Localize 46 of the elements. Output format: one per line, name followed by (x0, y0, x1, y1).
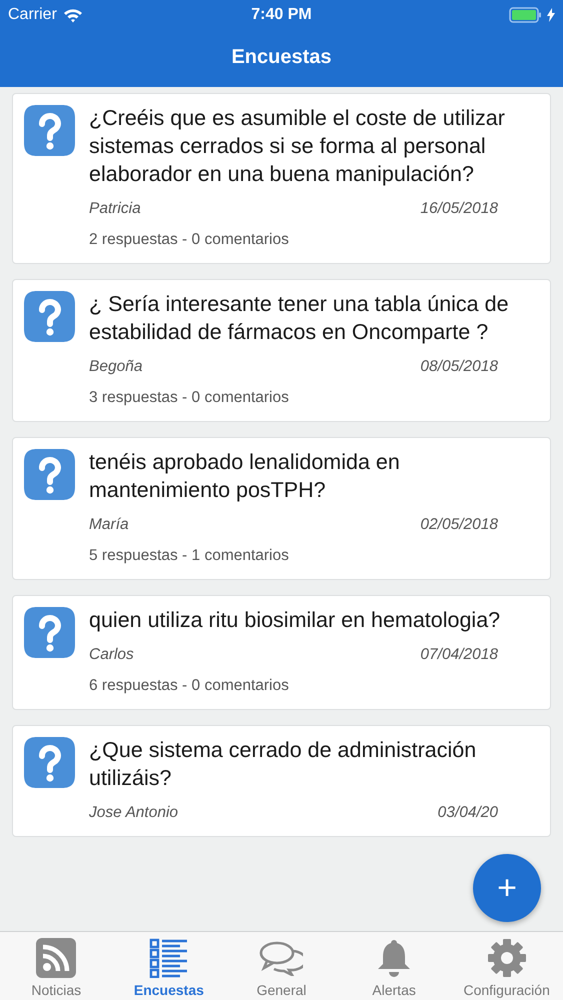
survey-question: tenéis aprobado lenalidomida en mantenimiento posTPH? (89, 449, 401, 504)
survey-date: 16/05/2018 (420, 200, 498, 218)
author-name: María (89, 516, 129, 534)
charging-icon (547, 8, 555, 22)
survey-date: 03/04/20 (438, 804, 498, 822)
bell-icon (377, 938, 412, 978)
survey-question: ¿Que sistema cerrado de administración utilizáis? (89, 737, 478, 792)
gear-icon (486, 938, 527, 978)
question-icon (23, 736, 76, 789)
chat-icon (259, 940, 304, 976)
question-icon (23, 448, 76, 501)
question-icon (23, 290, 76, 343)
tab[interactable]: General (225, 932, 338, 1000)
clock-time: 7:40 PM (251, 6, 312, 23)
question-icon (23, 606, 76, 659)
survey-card[interactable]: tenéis aprobado lenalidomida en mantenimiento posTPH? María 02/05/2018 5 respuestas - 1 comentarios (12, 437, 551, 580)
survey-question: quien utiliza ritu biosimilar en hematologia? (89, 607, 502, 634)
tab[interactable]: Encuestas (112, 932, 226, 1000)
survey-date: 08/05/2018 (420, 358, 498, 376)
survey-date: 07/04/2018 (420, 646, 498, 664)
response-count: 6 respuestas - 0 comentarios (89, 677, 290, 695)
battery-icon (509, 7, 543, 23)
carrier-label: Carrier (8, 6, 57, 24)
tab[interactable]: Alertas (338, 932, 450, 1000)
tab[interactable]: Noticias (0, 932, 113, 1000)
survey-card[interactable]: ¿ Sería interesante tener una tabla única de estabilidad de fármacos en Oncomparte ? Begoña 08/05/2018 3 respuestas - 0 comentarios (12, 279, 551, 422)
list-icon (148, 938, 189, 978)
survey-card[interactable]: ¿Que sistema cerrado de administración utilizáis? Jose Antonio 03/04/20 (12, 725, 551, 837)
tab[interactable]: Configuración (450, 932, 563, 1000)
add-button[interactable]: + (473, 854, 541, 922)
response-count: 3 respuestas - 0 comentarios (89, 389, 290, 407)
wifi-icon (62, 8, 83, 22)
survey-question: ¿Creéis que es asumible el coste de utilizar sistemas cerrados si se forma al personal elaborador en una buena manipulación? (89, 105, 506, 188)
question-icon (23, 104, 76, 157)
screen-title: Encuestas (231, 46, 332, 69)
survey-card[interactable]: ¿Creéis que es asumible el coste de utilizar sistemas cerrados si se forma al personal elaborador en una buena manipulación? Patricia 16/05/2018 2 respuestas - 0 comentarios (12, 93, 551, 264)
rss-icon (35, 937, 78, 979)
survey-question: ¿ Sería interesante tener una tabla única de estabilidad de fármacos en Oncomparte ? (89, 291, 510, 346)
author-name: Patricia (89, 200, 141, 218)
response-count: 5 respuestas - 1 comentarios (89, 547, 290, 565)
survey-date: 02/05/2018 (420, 516, 498, 534)
response-count: 2 respuestas - 0 comentarios (89, 231, 290, 249)
author-name: Begoña (89, 358, 142, 376)
author-name: Jose Antonio (89, 804, 178, 822)
survey-card[interactable]: quien utiliza ritu biosimilar en hematologia? Carlos 07/04/2018 6 respuestas - 0 comentarios (12, 595, 551, 710)
author-name: Carlos (89, 646, 134, 664)
